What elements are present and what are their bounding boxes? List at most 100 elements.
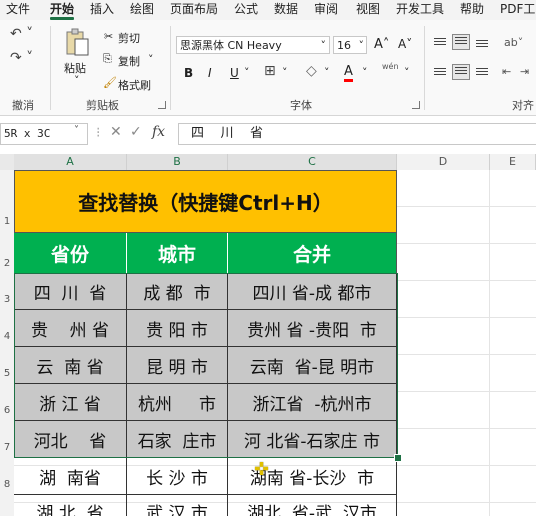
underline-dropdown-icon[interactable]: ˅ — [244, 66, 250, 79]
tab-pdf[interactable]: PDF工 — [500, 0, 535, 20]
increase-indent-icon[interactable]: ⇥ — [520, 65, 529, 78]
row-header-7[interactable]: 7 — [0, 442, 14, 453]
row-header-2[interactable]: 2 — [0, 258, 14, 269]
cell-city[interactable]: 石家 庄市 — [127, 421, 228, 458]
formula-bar: 5R x 3C ˅ ⁝ ✕ ✓ fx 四 川 省 — [0, 121, 536, 147]
row-header-6[interactable]: 6 — [0, 405, 14, 416]
copy-button[interactable]: 复制 — [118, 53, 140, 69]
column-header-d[interactable]: D — [397, 154, 490, 170]
insert-function-button[interactable]: fx — [152, 124, 165, 140]
fill-color-icon[interactable]: ◇ — [306, 63, 317, 79]
align-left-icon[interactable] — [432, 66, 448, 80]
cell-merged[interactable]: 贵州 省 -贵阳 市 — [228, 310, 397, 347]
tab-data[interactable]: 数据 — [274, 0, 298, 20]
tab-draw[interactable]: 绘图 — [130, 0, 154, 20]
align-right-icon[interactable] — [474, 66, 490, 80]
column-header-e[interactable]: E — [490, 154, 536, 170]
cell-merged[interactable]: 四川 省-成 都市 — [228, 273, 397, 310]
format-painter-icon[interactable]: 🖌 — [103, 76, 117, 89]
row-header-1[interactable]: 1 — [0, 216, 14, 227]
clipboard-launcher-icon[interactable] — [158, 101, 166, 109]
cut-icon[interactable]: ✂ — [104, 30, 113, 43]
grow-font-button[interactable]: A˄ — [374, 37, 389, 52]
header-province[interactable]: 省份 — [14, 233, 127, 273]
copy-dropdown-icon[interactable]: ˅ — [148, 53, 154, 66]
cell-city[interactable]: 昆 明 市 — [127, 347, 228, 384]
cell-merged[interactable]: 河 北省-石家庄 市 — [228, 421, 397, 458]
cell-merged[interactable]: 浙江省 -杭州市 — [228, 384, 397, 421]
row-header-5[interactable]: 5 — [0, 368, 14, 379]
cell-province[interactable]: 湖 北 省 — [14, 495, 127, 516]
cell-merged[interactable]: 云南 省-昆 明市 — [228, 347, 397, 384]
paste-dropdown-icon[interactable]: ˅ — [74, 74, 80, 87]
bold-button[interactable]: B — [184, 66, 193, 80]
font-color-dropdown-icon[interactable]: ˅ — [362, 66, 368, 79]
align-center-icon[interactable] — [452, 64, 470, 80]
tab-help[interactable]: 帮助 — [460, 0, 484, 20]
enter-icon[interactable]: ✓ — [130, 124, 142, 140]
header-city[interactable]: 城市 — [127, 233, 228, 273]
format-painter-button[interactable]: 格式刷 — [118, 77, 151, 93]
align-top-icon[interactable] — [432, 36, 448, 50]
row-header-3[interactable]: 3 — [0, 294, 14, 305]
font-launcher-icon[interactable] — [412, 101, 420, 109]
phonetic-dropdown-icon[interactable]: ˅ — [404, 66, 410, 79]
chevron-down-icon: ˅ — [358, 39, 365, 52]
row-header-8[interactable]: 8 — [0, 479, 14, 490]
group-divider — [424, 26, 425, 110]
worksheet-grid[interactable]: 查找替换（快捷键Ctrl+H） 省份 城市 合并 四 川 省 成 都 市 四川 … — [14, 170, 536, 516]
fill-handle[interactable] — [394, 454, 402, 462]
font-size-select[interactable]: 16 ˅ — [333, 36, 367, 54]
align-bottom-icon[interactable] — [474, 38, 490, 52]
tab-formulas[interactable]: 公式 — [234, 0, 258, 20]
fill-color-dropdown-icon[interactable]: ˅ — [324, 66, 330, 79]
cell-city[interactable]: 长 沙 市 — [127, 458, 228, 495]
cell-province[interactable]: 四 川 省 — [14, 273, 127, 310]
cell-province[interactable]: 湖 南省 — [14, 458, 127, 495]
orientation-icon[interactable]: ab˅ — [504, 36, 523, 49]
underline-button[interactable]: U — [230, 66, 239, 80]
borders-dropdown-icon[interactable]: ˅ — [282, 66, 288, 79]
column-header-c[interactable]: C — [228, 154, 397, 170]
borders-icon[interactable]: ⊞ — [264, 63, 276, 79]
copy-icon[interactable]: ⎘ — [103, 52, 112, 66]
paste-icon[interactable] — [64, 28, 90, 58]
shrink-font-button[interactable]: A˅ — [398, 37, 412, 51]
select-all-corner[interactable] — [0, 154, 15, 170]
row-header-4[interactable]: 4 — [0, 331, 14, 342]
cell-merged[interactable]: 湖北 省-武 汉市 — [228, 495, 397, 516]
cell-city[interactable]: 杭州 市 — [127, 384, 228, 421]
tab-review[interactable]: 审阅 — [314, 0, 338, 20]
tab-developer[interactable]: 开发工具 — [396, 0, 444, 20]
cancel-icon[interactable]: ✕ — [110, 124, 122, 140]
tab-file[interactable]: 文件 — [6, 0, 30, 20]
title-cell[interactable]: 查找替换（快捷键Ctrl+H） — [14, 170, 397, 233]
cell-province[interactable]: 云 南 省 — [14, 347, 127, 384]
cell-city[interactable]: 贵 阳 市 — [127, 310, 228, 347]
chevron-down-icon[interactable]: ˅ — [74, 125, 79, 136]
font-name-select[interactable]: 思源黑体 CN Heavy ˅ — [176, 36, 330, 54]
alignment-group-label: 对齐 — [512, 99, 534, 112]
align-middle-icon[interactable] — [452, 34, 470, 50]
italic-button[interactable]: I — [208, 66, 212, 80]
redo-icon[interactable]: ↷ ˅ — [10, 50, 33, 66]
tab-view[interactable]: 视图 — [356, 0, 380, 20]
tab-insert[interactable]: 插入 — [90, 0, 114, 20]
decrease-indent-icon[interactable]: ⇤ — [502, 65, 511, 78]
clipboard-group-label: 剪贴板 — [86, 99, 119, 112]
column-header-a[interactable]: A — [14, 154, 127, 170]
header-merge[interactable]: 合并 — [228, 233, 397, 273]
undo-icon[interactable]: ↶ ˅ — [10, 26, 33, 42]
column-header-b[interactable]: B — [127, 154, 228, 170]
cell-city[interactable]: 武 汉 市 — [127, 495, 228, 516]
font-color-button[interactable]: A — [344, 64, 353, 82]
cut-button[interactable]: 剪切 — [118, 30, 140, 46]
formula-input[interactable]: 四 川 省 — [178, 123, 536, 145]
font-name-value: 思源黑体 CN Heavy — [180, 39, 282, 52]
cell-city[interactable]: 成 都 市 — [127, 273, 228, 310]
cell-province[interactable]: 贵 州 省 — [14, 310, 127, 347]
tab-page-layout[interactable]: 页面布局 — [170, 0, 218, 20]
cell-province[interactable]: 浙 江 省 — [14, 384, 127, 421]
phonetic-button[interactable]: wén — [382, 62, 399, 71]
cell-province[interactable]: 河北 省 — [14, 421, 127, 458]
